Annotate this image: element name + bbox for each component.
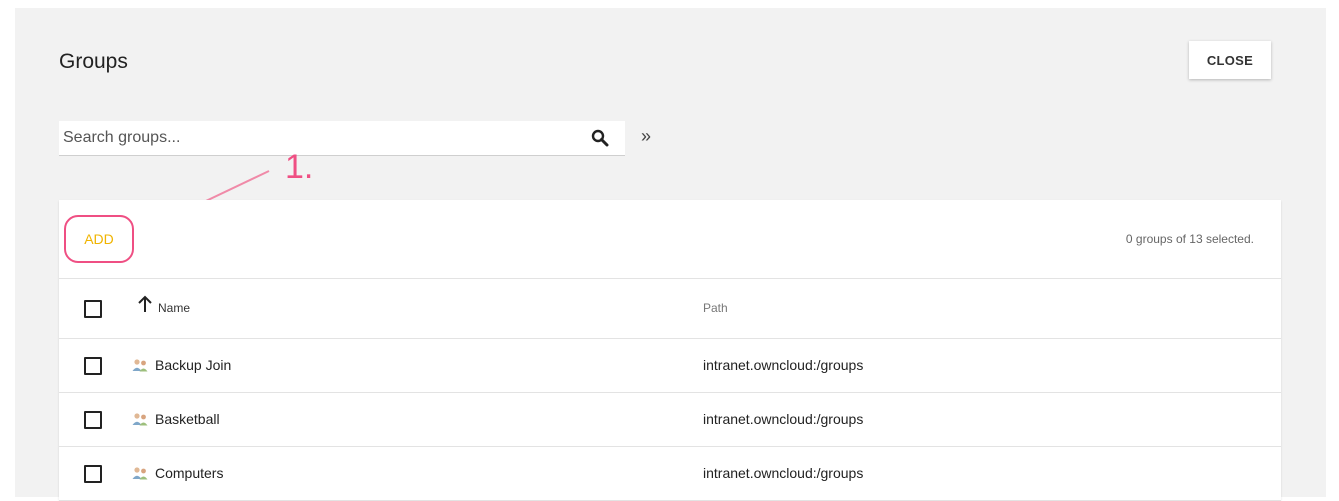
group-name: Backup Join [155, 357, 232, 373]
search-icon[interactable] [591, 129, 609, 147]
search-input[interactable] [59, 121, 573, 155]
group-name: Computers [155, 465, 224, 481]
column-header-path[interactable]: Path [703, 301, 728, 315]
table-header-row: Name Path [59, 278, 1281, 339]
page-title: Groups [59, 50, 128, 73]
annotation-label: 1. [285, 148, 314, 186]
group-icon [132, 413, 148, 426]
group-path: intranet.owncloud:/groups [703, 411, 864, 427]
group-icon [132, 467, 148, 480]
table-row[interactable]: Basketball intranet.owncloud:/groups [59, 393, 1281, 447]
group-name: Basketball [155, 411, 220, 427]
table-row[interactable]: Backup Join intranet.owncloud:/groups [59, 339, 1281, 393]
groups-dialog: Groups CLOSE » 1. ADD 0 groups of 13 sel… [15, 8, 1326, 501]
row-checkbox[interactable] [84, 465, 102, 483]
groups-table-card: ADD 0 groups of 13 selected. Name Path B… [59, 200, 1281, 501]
search-bar [59, 121, 625, 156]
add-button[interactable]: ADD [64, 215, 134, 263]
close-button[interactable]: CLOSE [1189, 41, 1271, 79]
table-toolbar: ADD 0 groups of 13 selected. [59, 200, 1281, 279]
group-path: intranet.owncloud:/groups [703, 465, 864, 481]
double-chevron-right-icon[interactable]: » [641, 126, 651, 147]
group-icon [132, 359, 148, 372]
selection-count: 0 groups of 13 selected. [1125, 232, 1254, 246]
row-checkbox[interactable] [84, 411, 102, 429]
column-header-name[interactable]: Name [158, 301, 190, 315]
select-all-checkbox[interactable] [84, 300, 102, 318]
row-checkbox[interactable] [84, 357, 102, 375]
group-path: intranet.owncloud:/groups [703, 357, 864, 373]
arrow-up-icon[interactable] [137, 294, 153, 314]
table-row[interactable]: Computers intranet.owncloud:/groups [59, 447, 1281, 501]
